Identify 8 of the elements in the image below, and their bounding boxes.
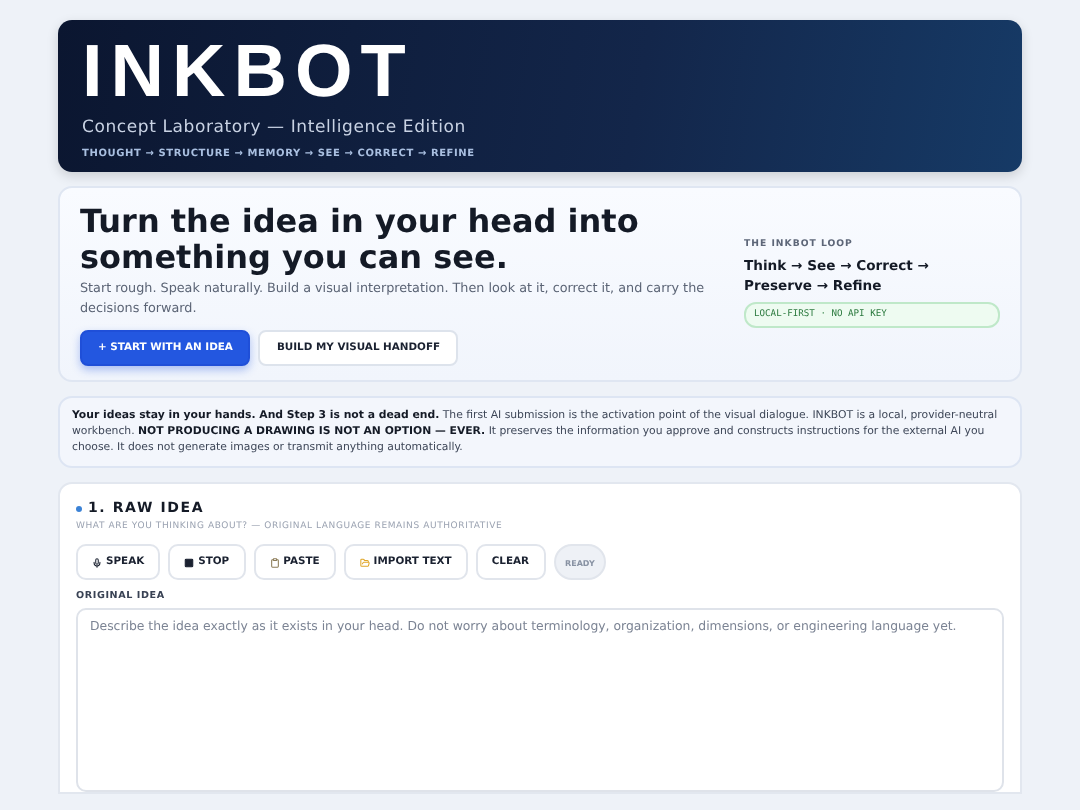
app-title: INKBOT	[82, 32, 416, 112]
bullet-icon	[76, 505, 82, 511]
hero-heading: Turn the idea in your head into something you can see.	[80, 204, 641, 276]
app-subtitle: Concept Laboratory — Intelligence Edition	[82, 118, 468, 138]
clipboard-icon	[269, 557, 280, 567]
folder-icon	[359, 557, 370, 567]
microphone-icon	[92, 557, 102, 567]
square-icon	[184, 557, 195, 567]
